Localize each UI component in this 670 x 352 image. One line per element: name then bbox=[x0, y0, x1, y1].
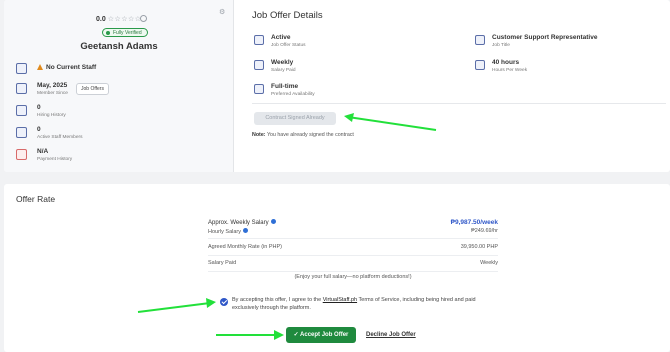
member-since-value: May, 2025 bbox=[37, 82, 68, 89]
terms-agreement: By accepting this offer, I agree to the … bbox=[232, 296, 502, 312]
warning-icon bbox=[37, 64, 43, 70]
hiring-history-label: Hiring History bbox=[37, 113, 66, 118]
job-title-value: Customer Support Representative bbox=[492, 34, 598, 41]
monthly-rate-row: Agreed Monthly Rate (in PHP) 39,950.00 P… bbox=[208, 244, 498, 256]
active-staff-label: Active Staff Members bbox=[37, 135, 83, 140]
calendar-icon bbox=[254, 60, 264, 70]
job-offer-details-title: Job Offer Details bbox=[252, 10, 323, 21]
job-offers-button[interactable]: Job Offers bbox=[76, 83, 109, 95]
rating-stars: ☆☆☆☆☆ bbox=[107, 16, 142, 23]
offer-rate-title: Offer Rate bbox=[16, 194, 56, 204]
salary-paid-label: Salary Paid bbox=[271, 68, 296, 73]
info-icon[interactable] bbox=[140, 15, 147, 22]
payment-history-value: N/A bbox=[37, 148, 49, 155]
job-offer-card: 0.0 ☆☆☆☆☆ ⚙ Fully Verified Geetansh Adam… bbox=[4, 0, 670, 172]
team-icon bbox=[16, 127, 27, 138]
info-icon[interactable] bbox=[270, 219, 276, 224]
weekly-salary-label: Approx. Weekly Salary bbox=[208, 220, 269, 226]
payment-history-label: Payment History bbox=[37, 157, 73, 162]
active-staff-value: 0 bbox=[37, 126, 41, 133]
job-offer-status-value: Active bbox=[271, 34, 291, 41]
rating-value: 0.0 bbox=[96, 16, 106, 23]
laptop-icon bbox=[254, 84, 264, 94]
hours-per-week-label: Hours Per Week bbox=[492, 68, 528, 73]
weekly-salary-value: ₱9,987.50/week bbox=[450, 219, 498, 226]
job-offer-status-label: Job Offer Status bbox=[271, 43, 306, 48]
credit-card-icon bbox=[16, 149, 27, 160]
availability-label: Preferred Availability bbox=[271, 92, 315, 97]
history-icon bbox=[16, 105, 27, 116]
salary-paid-row-label: Salary Paid bbox=[208, 260, 237, 266]
divider bbox=[252, 103, 666, 104]
clock-icon bbox=[475, 60, 485, 70]
member-since-label: Member Since bbox=[37, 91, 68, 96]
decline-job-offer-link[interactable]: Decline Job Offer bbox=[366, 332, 416, 338]
weekly-salary-row: Approx. Weekly Salary ₱9,987.50/week bbox=[208, 219, 498, 226]
settings-icon[interactable]: ⚙ bbox=[219, 8, 225, 16]
hiring-history-stat: 0 Hiring History bbox=[16, 104, 116, 120]
status-icon bbox=[254, 35, 264, 45]
info-icon[interactable] bbox=[243, 228, 249, 233]
accept-job-offer-button[interactable]: ✓ Accept Job Offer bbox=[286, 327, 356, 343]
note-text: You have already signed the contract bbox=[266, 132, 354, 138]
current-staff-stat: No Current Staff bbox=[16, 62, 216, 78]
verified-label: Fully Verified bbox=[113, 30, 142, 36]
active-staff-stat: 0 Active Staff Members bbox=[16, 126, 116, 142]
salary-paid-row-value: Weekly bbox=[480, 260, 498, 266]
hourly-salary-row: Hourly Salary ₱249.69/hr bbox=[208, 228, 498, 239]
monthly-rate-label: Agreed Monthly Rate (in PHP) bbox=[208, 244, 282, 250]
hourly-salary-value: ₱249.69/hr bbox=[471, 228, 498, 234]
payment-history-stat: N/A Payment History bbox=[16, 148, 116, 164]
calendar-icon bbox=[16, 83, 27, 94]
hourly-salary-label: Hourly Salary bbox=[208, 229, 242, 235]
salary-paid-value: Weekly bbox=[271, 59, 294, 66]
current-staff-label: No Current Staff bbox=[46, 64, 97, 71]
monthly-rate-value: 39,950.00 PHP bbox=[460, 244, 498, 250]
terms-checkbox[interactable] bbox=[220, 298, 228, 306]
no-deductions-note: (Enjoy your full salary—no platform dedu… bbox=[294, 274, 412, 280]
terms-link[interactable]: VirtualStaff.ph bbox=[323, 297, 357, 303]
contract-note: Note: You have already signed the contra… bbox=[252, 132, 354, 138]
availability-value: Full-time bbox=[271, 83, 299, 90]
employer-name: Geetansh Adams bbox=[80, 41, 158, 52]
shield-icon bbox=[16, 63, 27, 74]
employer-profile-panel: 0.0 ☆☆☆☆☆ ⚙ Fully Verified Geetansh Adam… bbox=[4, 0, 234, 172]
note-prefix: Note: bbox=[252, 132, 266, 138]
salary-paid-row: Salary Paid Weekly bbox=[208, 260, 498, 272]
hiring-history-value: 0 bbox=[37, 104, 41, 111]
rating: 0.0 ☆☆☆☆☆ bbox=[96, 15, 142, 23]
verified-badge: Fully Verified bbox=[102, 28, 148, 37]
briefcase-icon bbox=[475, 35, 485, 45]
contract-signed-button[interactable]: Contract Signed Already bbox=[254, 112, 336, 125]
terms-prefix: By accepting this offer, I agree to the bbox=[232, 297, 322, 303]
member-since-stat: May, 2025 Member Since bbox=[16, 82, 76, 98]
hours-per-week-value: 40 hours bbox=[492, 59, 520, 66]
job-title-label: Job Title bbox=[492, 43, 510, 48]
